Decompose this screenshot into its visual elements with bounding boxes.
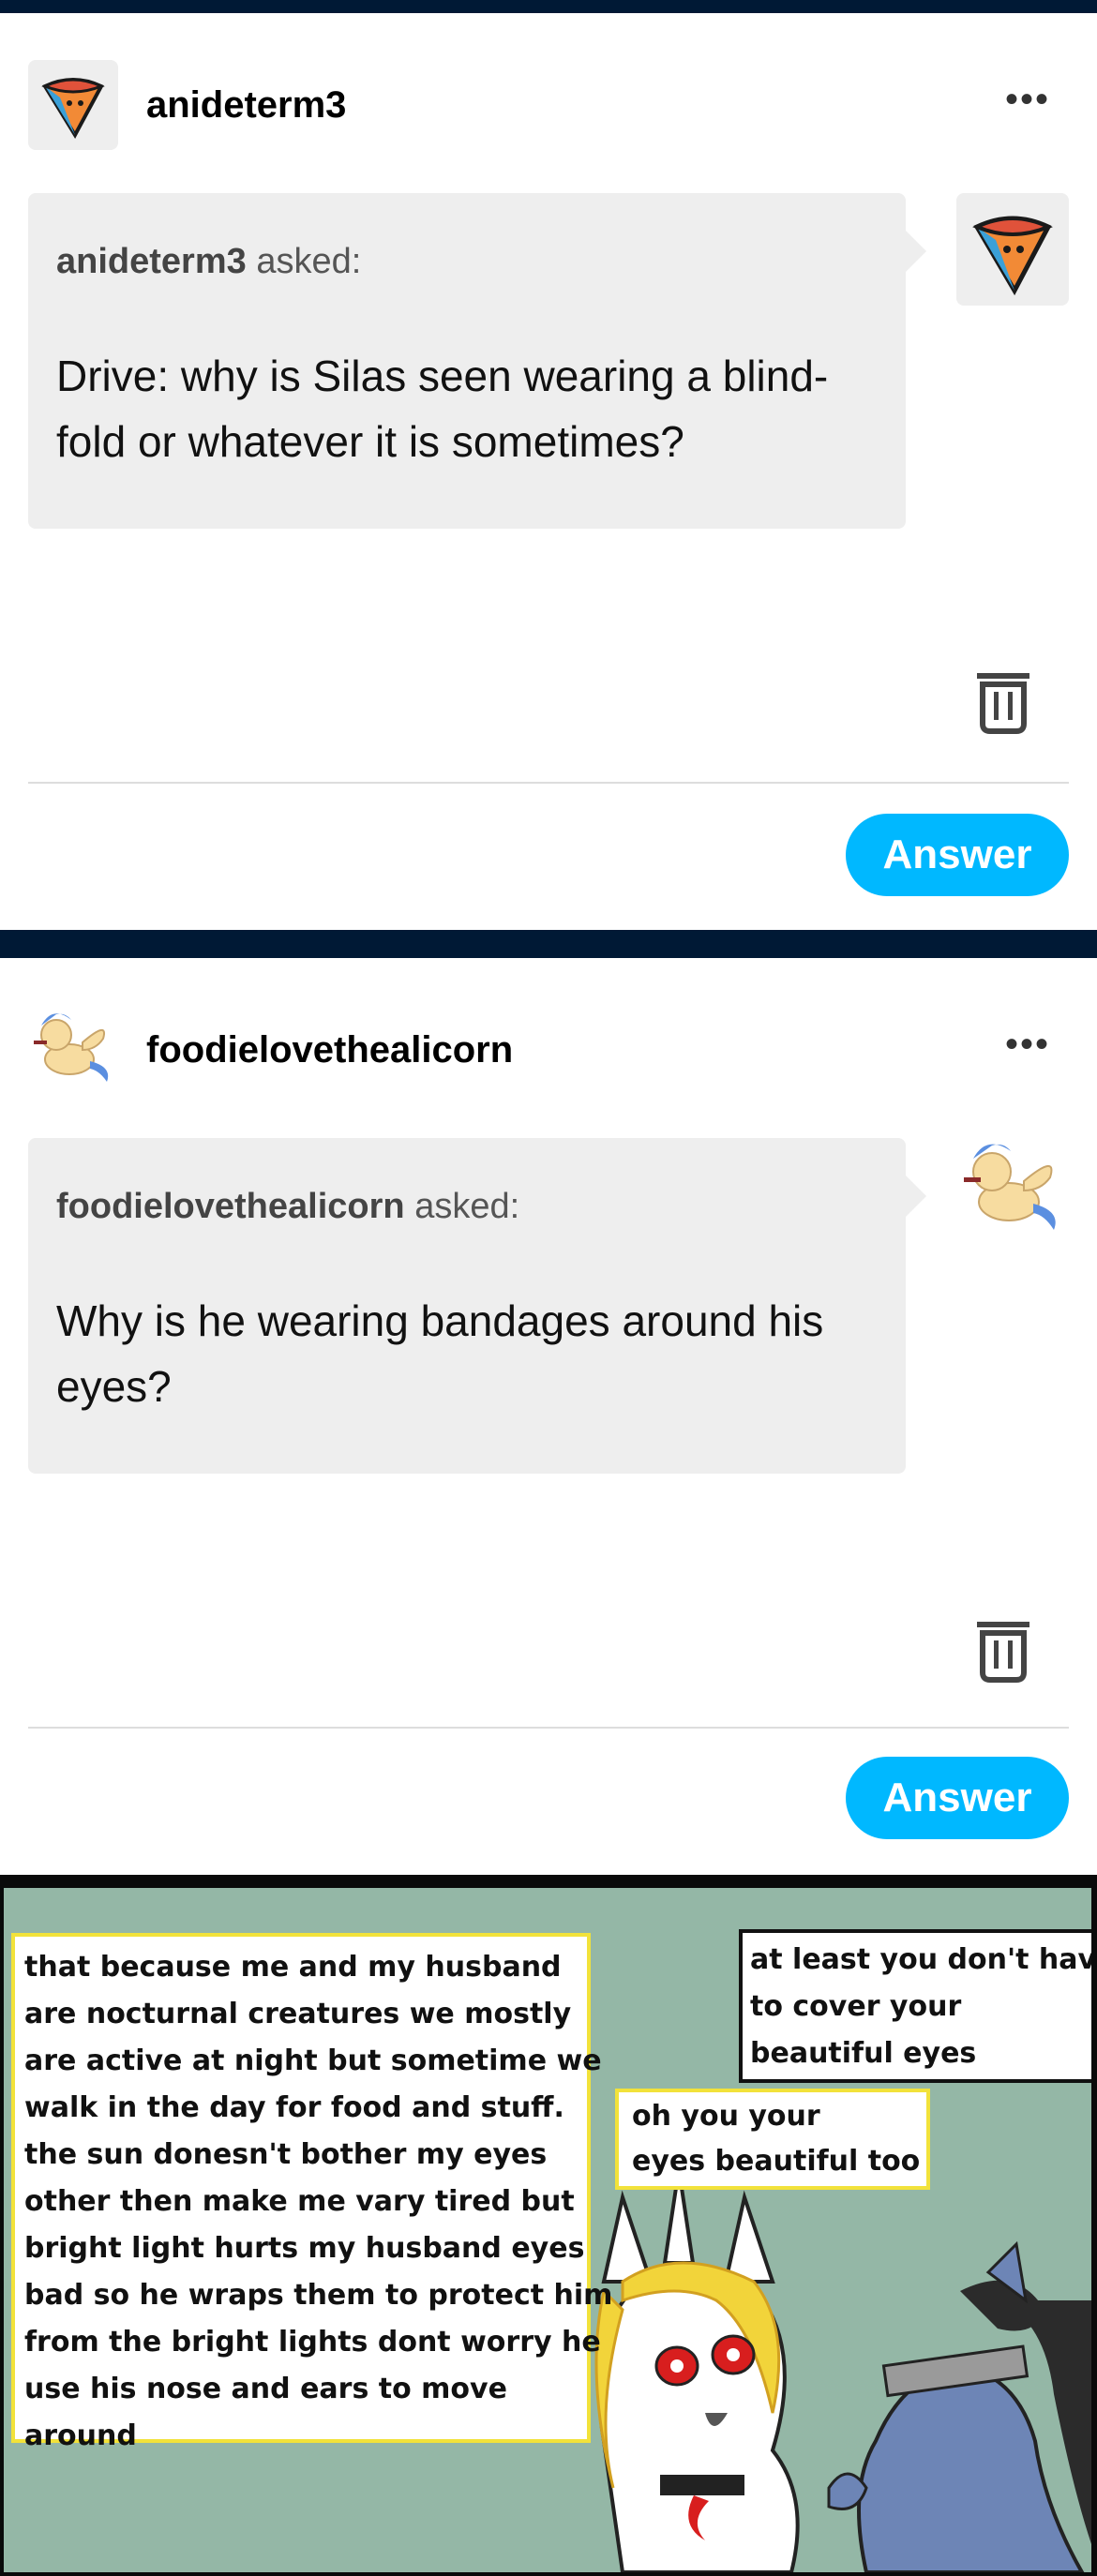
speech-line: use his nose and ears to move (24, 2373, 507, 2405)
speech-line: at least you don't have (750, 1943, 1091, 1976)
question-line: eyes? (56, 1362, 172, 1411)
asked-label: asked: (256, 242, 362, 281)
answer-button[interactable]: Answer (846, 1757, 1069, 1839)
speech-line: to cover your (750, 1990, 962, 2023)
comic-panel: that because me and my husband are noctu… (4, 1888, 1091, 2572)
speech-line: bright light hurts my husband eyes (24, 2232, 585, 2265)
speech-box-middle: oh you your eyes beautiful too (615, 2089, 930, 2190)
post-username[interactable]: anideterm3 (146, 84, 346, 127)
asker-name[interactable]: anideterm3 (56, 242, 247, 281)
speech-line: eyes beautiful too (632, 2145, 921, 2178)
top-nav-bar (0, 0, 1097, 13)
speech-line: other then make me vary tired but (24, 2185, 575, 2218)
asker-avatar-pony-icon[interactable] (956, 1129, 1069, 1241)
ask-post-2: foodielovethealicorn ••• foodielovetheal… (0, 958, 1097, 1877)
speech-line: oh you your (632, 2100, 820, 2133)
question-text: Drive: why is Silas seen wearing a blind… (56, 343, 872, 474)
post-username[interactable]: foodielovethealicorn (146, 1029, 513, 1071)
divider (28, 1727, 1069, 1729)
asked-label: asked: (414, 1187, 520, 1226)
answer-button[interactable]: Answer (846, 814, 1069, 896)
asker-avatar-cone-icon[interactable] (956, 193, 1069, 306)
speech-line: walk in the day for food and stuff. (24, 2091, 564, 2124)
question-line: Drive: why is Silas seen wearing a blind… (56, 352, 829, 400)
question-text: Why is he wearing bandages around his ey… (56, 1288, 872, 1419)
trash-icon[interactable] (973, 669, 1033, 735)
question-line: Why is he wearing bandages around his (56, 1296, 824, 1345)
question-bubble: foodielovethealicorn asked: Why is he we… (28, 1138, 926, 1474)
comic-image: that because me and my husband are noctu… (0, 1875, 1097, 2576)
question-bubble: anideterm3 asked: Drive: why is Silas se… (28, 193, 926, 529)
divider (28, 782, 1069, 784)
avatar-pony-icon[interactable] (28, 1001, 118, 1091)
speech-line: that because me and my husband (24, 1951, 562, 1984)
speech-line: beautiful eyes (750, 2037, 977, 2070)
speech-line: the sun donesn't bother my eyes (24, 2138, 548, 2171)
avatar-cone-icon[interactable] (28, 60, 118, 150)
more-icon[interactable]: ••• (1005, 1024, 1050, 1066)
ask-post-1: anideterm3 ••• anideterm3 asked: Drive: … (0, 13, 1097, 932)
asker-name[interactable]: foodielovethealicorn (56, 1187, 405, 1226)
more-icon[interactable]: ••• (1005, 79, 1050, 121)
speech-line: bad so he wraps them to protect him (24, 2279, 613, 2312)
speech-box-left: that because me and my husband are noctu… (11, 1933, 613, 2452)
trash-icon[interactable] (973, 1618, 1033, 1684)
speech-line: from the bright lights dont worry he (24, 2326, 601, 2359)
speech-line: are nocturnal creatures we mostly (24, 1998, 572, 2030)
speech-box-top-right: at least you don't have to cover your be… (739, 1929, 1091, 2083)
speech-line: around (24, 2419, 137, 2452)
post-separator (0, 930, 1097, 958)
speech-line: are active at night but sometime we (24, 2044, 602, 2077)
question-line: fold or whatever it is sometimes? (56, 417, 684, 466)
